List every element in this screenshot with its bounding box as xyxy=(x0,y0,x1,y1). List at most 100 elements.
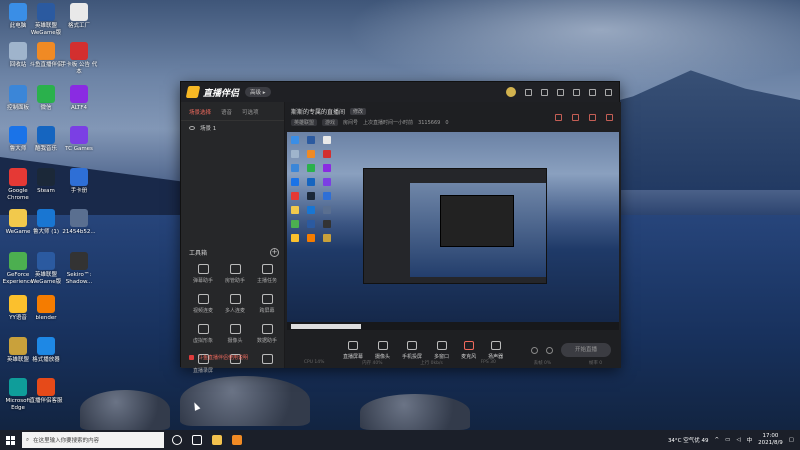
nested-preview-window-2 xyxy=(440,195,514,247)
close-icon[interactable] xyxy=(605,88,612,96)
source-button[interactable]: 麦克风 xyxy=(461,340,476,360)
tool-item[interactable]: 数据助手 xyxy=(251,324,283,344)
desktop-icon[interactable]: ALTF4 xyxy=(61,85,97,112)
tool-label: 直播录屏 xyxy=(192,368,213,374)
desktop-icon[interactable]: 手卡册 xyxy=(61,168,97,195)
preview-icon xyxy=(307,220,315,228)
minimize-icon[interactable] xyxy=(573,88,580,96)
tip-icon xyxy=(189,355,194,360)
record-icon[interactable] xyxy=(531,346,538,354)
desktop-icon[interactable]: Sekiro™: Shadow... xyxy=(61,252,97,285)
scene-item[interactable]: 场景 1 xyxy=(181,121,284,135)
desktop-icon-label: 格式播放器 xyxy=(32,357,60,363)
tool-item[interactable]: 跨屏幕 xyxy=(251,294,283,314)
tab-audio[interactable]: 语音 xyxy=(221,108,232,116)
skin-icon[interactable] xyxy=(541,88,548,96)
desktop-icon[interactable]: 直播伴侣客服 xyxy=(28,378,64,405)
system-tray: 34°C 空气优 49 ^ ▭ ◁ 中 17:00 2021/8/9 ▢ xyxy=(668,433,794,447)
gift-icon[interactable] xyxy=(555,114,562,121)
avatar[interactable] xyxy=(506,87,516,97)
room-id: 3115669 xyxy=(418,119,441,126)
desktop-icon[interactable]: 手卡板 公告 代本 xyxy=(61,42,97,75)
screen-icon[interactable] xyxy=(589,114,596,121)
type-chip[interactable]: 游戏 xyxy=(322,119,339,126)
tool-icon xyxy=(229,324,241,334)
tool-item[interactable]: 摄像头 xyxy=(219,324,251,344)
desktop-icon[interactable]: 英雄联盟 WeGame版 xyxy=(28,3,64,36)
edit-title-button[interactable]: 修改 xyxy=(350,108,367,115)
source-button[interactable]: 多窗口 xyxy=(434,340,449,360)
start-live-button[interactable]: 开始直播 xyxy=(561,343,611,357)
streaming-app-taskbar-icon[interactable] xyxy=(232,435,242,445)
start-button[interactable] xyxy=(0,430,20,450)
file-explorer-icon[interactable] xyxy=(212,435,222,445)
tool-label: 视频连麦 xyxy=(192,308,213,314)
category-chip[interactable]: 英雄联盟 xyxy=(291,119,318,126)
preview-icon xyxy=(323,206,331,214)
desktop-icon[interactable]: blender xyxy=(28,295,64,322)
tool-item[interactable] xyxy=(251,354,283,374)
preview-icon xyxy=(291,150,299,158)
source-button[interactable]: 手机投屏 xyxy=(402,340,422,360)
menu-icon[interactable] xyxy=(557,88,564,96)
status-item: 内存 40% xyxy=(362,361,383,366)
app-icon xyxy=(70,252,88,270)
app-titlebar[interactable]: 直播伴侣 高级 ▸ xyxy=(181,82,619,102)
desktop-icon[interactable]: TC Games xyxy=(61,126,97,153)
lock-icon[interactable] xyxy=(572,114,579,121)
taskbar-search[interactable]: ⌕ 在这里输入你要搜索的内容 xyxy=(22,432,164,448)
ime-icon[interactable]: 中 xyxy=(747,436,753,444)
notification-icon[interactable]: ▢ xyxy=(789,437,794,443)
level-badge[interactable]: 高级 ▸ xyxy=(245,87,271,97)
stream-preview[interactable] xyxy=(287,132,619,322)
volume-icon[interactable]: ◁ xyxy=(736,437,740,443)
source-button[interactable]: 摄像头 xyxy=(375,340,390,360)
source-button[interactable]: 直播屏幕 xyxy=(343,340,363,360)
desktop-icon[interactable]: 格式播放器 xyxy=(28,337,64,364)
add-tool-button[interactable]: + xyxy=(270,248,279,257)
settings-icon[interactable] xyxy=(546,346,553,354)
chevron-up-icon[interactable]: ^ xyxy=(715,437,720,443)
toolbox-title: 工具箱 xyxy=(189,250,208,257)
app-icon xyxy=(37,378,55,396)
desktop-icon-label: ALTF4 xyxy=(70,105,88,111)
app-icon xyxy=(70,3,88,21)
tool-icon xyxy=(261,354,273,364)
app-icon xyxy=(9,209,27,227)
eye-icon[interactable] xyxy=(189,126,195,130)
preview-icon xyxy=(291,220,299,228)
preview-icon xyxy=(323,234,331,242)
clock[interactable]: 17:00 2021/8/9 xyxy=(758,433,783,447)
room-title: 斯斯的专属的直播间 xyxy=(291,109,346,116)
tool-item[interactable]: 视频连麦 xyxy=(187,294,219,314)
tab-scenes[interactable]: 场景选择 xyxy=(189,108,211,116)
weather[interactable]: 34°C 空气优 49 xyxy=(668,436,709,444)
app-logo: 直播伴侣 xyxy=(185,86,239,99)
tool-item[interactable]: 弹幕助手 xyxy=(187,264,219,284)
preview-search xyxy=(291,323,361,329)
tool-item[interactable]: 房管助手 xyxy=(219,264,251,284)
tool-label: 主播任务 xyxy=(256,278,277,284)
desktop-icon[interactable]: 格式工厂 xyxy=(61,3,97,30)
preview-icon xyxy=(323,150,331,158)
task-view-icon[interactable] xyxy=(192,435,202,445)
tool-item[interactable]: 虚拟形象 xyxy=(187,324,219,344)
tab-options[interactable]: 可选项 xyxy=(242,108,259,116)
usage-tip[interactable]: 斗鱼直播伴侣使用说明 xyxy=(189,354,248,361)
desktop-icon[interactable]: 21454b52... xyxy=(61,209,97,236)
last-live: 上次直播时间一小时前 xyxy=(363,120,414,126)
preview-icon xyxy=(307,178,315,186)
tool-item[interactable]: 主播任务 xyxy=(251,264,283,284)
tool-item[interactable]: 多人连麦 xyxy=(219,294,251,314)
maximize-icon[interactable] xyxy=(589,88,596,96)
streaming-app-window: 直播伴侣 高级 ▸ 场景选择 语音 可选项 场景 1 工具箱 + 弹幕助手 房管助… xyxy=(180,81,621,374)
source-button[interactable]: 扬声器 xyxy=(488,340,503,360)
tool-icon xyxy=(261,264,273,274)
desktop-icon-label: Sekiro™: Shadow... xyxy=(65,272,93,285)
status-item: 帧率 0 xyxy=(588,361,603,366)
network-icon[interactable]: ▭ xyxy=(725,437,730,443)
share-icon[interactable] xyxy=(606,114,613,121)
message-icon[interactable] xyxy=(525,88,532,96)
clock-time: 17:00 xyxy=(762,433,779,439)
cortana-icon[interactable] xyxy=(172,435,182,445)
